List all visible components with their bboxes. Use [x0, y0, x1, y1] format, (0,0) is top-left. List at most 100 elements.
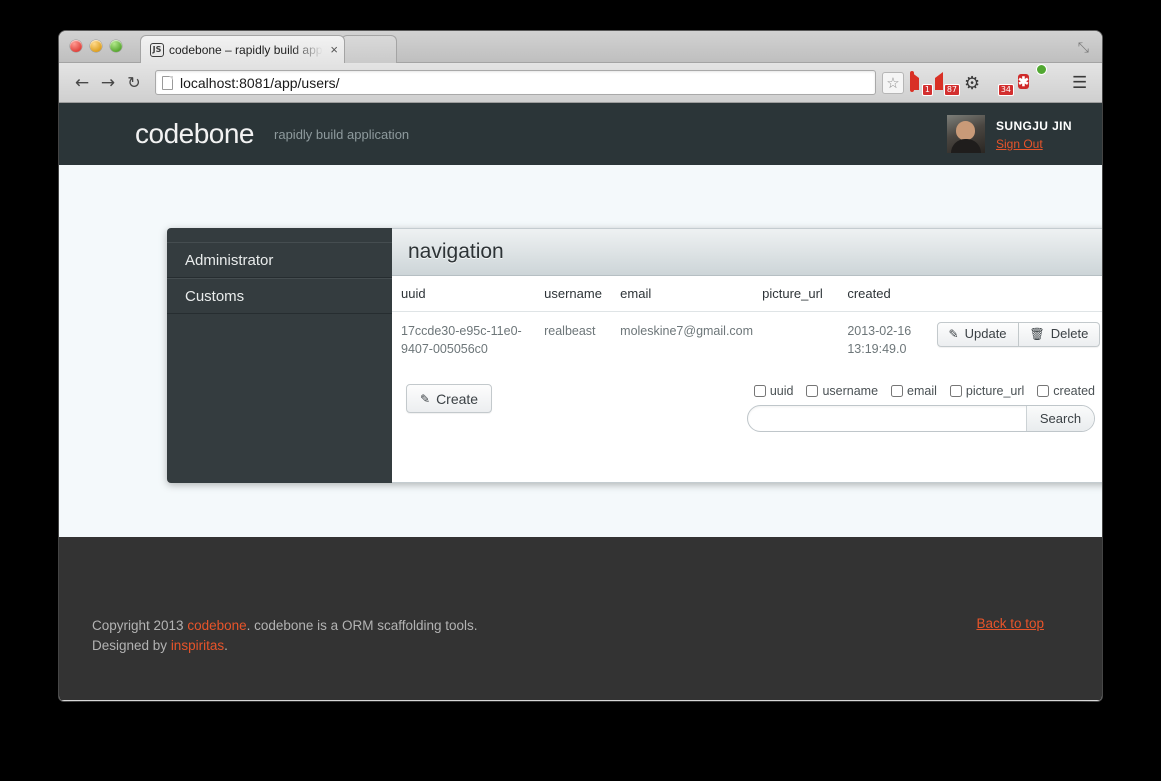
checkbox-username-input[interactable]: [806, 385, 819, 398]
column-header-actions: [936, 276, 1102, 312]
panel-title: navigation: [392, 229, 1102, 276]
column-header-picture-url: picture_url: [762, 276, 848, 312]
cell-created: 2013-02-16 13:19:49.0: [847, 324, 912, 357]
window-controls: [70, 40, 122, 52]
create-button[interactable]: ✎ Create: [406, 384, 493, 414]
checkbox-picture-url-label: picture_url: [965, 384, 1025, 399]
sidebar: Administrator Customs: [167, 228, 392, 483]
site-logo[interactable]: codebone: [135, 118, 255, 150]
zoom-window-button[interactable]: [110, 40, 122, 52]
back-button[interactable]: ←: [69, 70, 95, 96]
pen-icon[interactable]: 34: [991, 73, 1014, 96]
page-content: Administrator Customs navigation uuid us…: [59, 165, 1102, 483]
search-button[interactable]: Search: [1026, 406, 1094, 432]
fullscreen-icon[interactable]: ⤡: [1078, 39, 1089, 56]
checkbox-uuid-input[interactable]: [753, 385, 766, 398]
adblock-icon[interactable]: ✱: [1018, 73, 1038, 93]
update-button-label: Update: [964, 326, 1007, 342]
cell-actions: ✎ Update 🗑 Delete: [936, 312, 1102, 371]
column-header-uuid: uuid: [392, 276, 545, 312]
create-button-label: Create: [436, 390, 479, 407]
delete-button[interactable]: 🗑 Delete: [1018, 322, 1101, 347]
gmail-icon[interactable]: 1: [910, 70, 933, 96]
forward-button[interactable]: →: [95, 70, 121, 96]
designed-pre: Designed by: [92, 637, 171, 653]
gear-icon[interactable]: ⚙: [964, 73, 984, 93]
copyright-post: . codebone is a ORM scaffolding tools.: [246, 618, 478, 633]
rss-badge: 87: [943, 83, 960, 96]
sidebar-item-customs[interactable]: Customs: [167, 278, 392, 314]
checkbox-picture-url[interactable]: picture_url: [949, 384, 1025, 399]
browser-tabstrip: JS codebone – rapidly build app × ⤡: [59, 31, 1102, 63]
cell-email: moleskine7@gmail.com: [620, 324, 754, 338]
checkbox-email-input[interactable]: [891, 385, 904, 398]
close-window-button[interactable]: [70, 40, 82, 52]
designer-link[interactable]: inspiritas: [171, 638, 224, 653]
site-footer: Copyright 2013 codebone. codebone is a O…: [59, 537, 1102, 700]
update-button[interactable]: ✎ Update: [936, 322, 1019, 347]
avatar: [946, 115, 985, 153]
checkbox-uuid[interactable]: uuid: [753, 384, 794, 399]
site-tagline: rapidly build application: [274, 126, 410, 142]
row-action-group: ✎ Update 🗑 Delete: [936, 322, 1101, 347]
table-header-row: uuid username email picture_url created: [392, 276, 1102, 312]
address-bar-url: localhost:8081/app/users/: [180, 74, 340, 91]
address-bar[interactable]: localhost:8081/app/users/: [155, 70, 876, 95]
delete-button-label: Delete: [1050, 326, 1089, 342]
pencil-icon: ✎: [420, 391, 431, 406]
extension-toolbar: 1 87 ⚙ 34 ✱ ☰: [910, 70, 1092, 96]
minimize-window-button[interactable]: [90, 40, 102, 52]
cell-uuid: 17ccde30-e95c-11e0-9407-005056c0: [401, 324, 522, 357]
checkbox-created-label: created: [1053, 384, 1095, 399]
cell-username: realbeast: [544, 324, 596, 338]
column-header-created: created: [847, 276, 937, 312]
page-info-icon: [162, 75, 173, 90]
trash-icon: 🗑: [1029, 326, 1045, 341]
pen-badge: 34: [997, 83, 1014, 96]
gmail-badge: 1: [921, 83, 933, 96]
user-box: SUNGJU JIN Sign Out: [946, 115, 1072, 153]
search-field-checkboxes: uuid username email picture_url created: [747, 384, 1095, 398]
copyright-pre: Copyright 2013: [92, 618, 188, 633]
close-icon[interactable]: ×: [330, 42, 338, 57]
browser-tab-active[interactable]: JS codebone – rapidly build app ×: [140, 35, 345, 63]
rss-reader-icon[interactable]: 87: [937, 73, 960, 96]
edit-icon: ✎: [948, 326, 959, 341]
checkbox-username-label: username: [822, 384, 879, 399]
checkbox-created-input[interactable]: [1037, 385, 1050, 398]
table-row: 17ccde30-e95c-11e0-9407-005056c0 realbea…: [392, 312, 1102, 371]
site-header: codebone rapidly build application SUNGJ…: [59, 103, 1102, 165]
checkbox-username[interactable]: username: [806, 384, 878, 398]
js-favicon-icon: JS: [150, 42, 164, 57]
browser-menu-icon[interactable]: ☰: [1072, 73, 1092, 93]
browser-tab-background[interactable]: [341, 35, 397, 63]
checkbox-email[interactable]: email: [891, 384, 937, 398]
reload-button[interactable]: ↻: [121, 70, 147, 96]
checkbox-created[interactable]: created: [1037, 384, 1095, 398]
cell-picture-url: [762, 312, 847, 371]
sidebar-item-administrator[interactable]: Administrator: [167, 242, 392, 278]
sign-out-link[interactable]: Sign Out: [996, 137, 1072, 151]
designed-post: .: [224, 637, 228, 653]
browser-tab-title: codebone – rapidly build app: [169, 42, 323, 57]
back-to-top-link[interactable]: Back to top: [976, 616, 1044, 631]
bookmark-star-icon[interactable]: ☆: [882, 71, 904, 94]
panel-footer: ✎ Create uuid username email picture_url…: [392, 370, 1102, 462]
browser-window: JS codebone – rapidly build app × ⤡ ← → …: [59, 31, 1102, 701]
column-header-email: email: [620, 276, 763, 312]
column-header-username: username: [544, 276, 621, 312]
search-area: uuid username email picture_url created …: [747, 384, 1095, 433]
search-input[interactable]: [748, 406, 1026, 432]
search-bar: Search: [747, 405, 1095, 433]
copyright-text: Copyright 2013 codebone. codebone is a O…: [92, 616, 478, 655]
checkbox-picture-url-input[interactable]: [949, 385, 962, 398]
users-table: uuid username email picture_url created …: [392, 276, 1102, 370]
globe-icon[interactable]: [1045, 73, 1065, 93]
browser-toolbar: ← → ↻ localhost:8081/app/users/ ☆ 1 87 ⚙…: [59, 63, 1102, 103]
page-viewport: codebone rapidly build application SUNGJ…: [59, 103, 1102, 700]
panel-wrapper: Administrator Customs navigation uuid us…: [167, 228, 1102, 483]
checkbox-email-label: email: [907, 384, 937, 399]
checkbox-uuid-label: uuid: [769, 384, 794, 399]
main-panel: navigation uuid username email picture_u…: [392, 228, 1102, 483]
brand-link[interactable]: codebone: [187, 618, 246, 633]
